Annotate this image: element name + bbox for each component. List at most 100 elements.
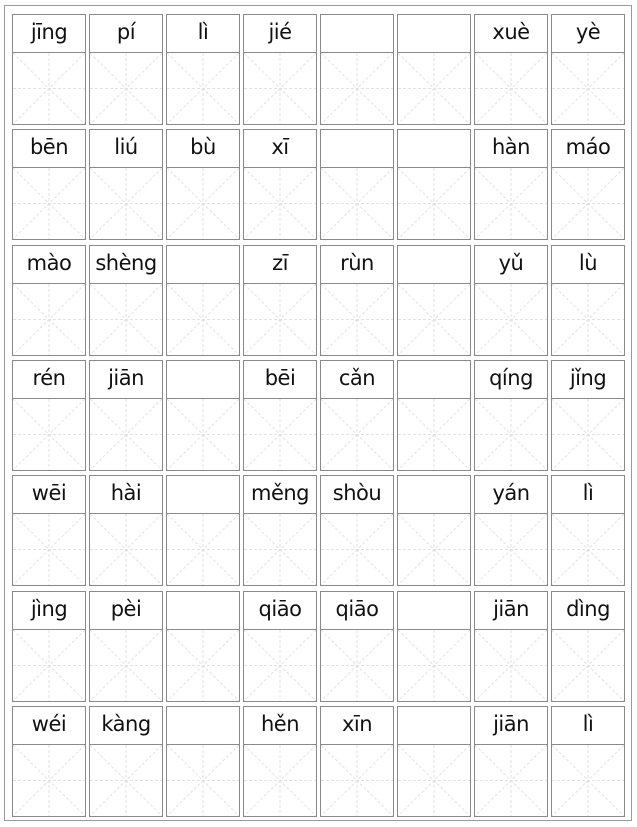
practice-cell: jǐng [551,359,625,471]
practice-cell: bù [166,129,240,241]
pinyin-label: yán [475,476,547,515]
writing-box[interactable] [475,629,547,701]
writing-box[interactable] [475,744,547,816]
writing-box[interactable] [13,629,85,701]
writing-box[interactable] [90,514,162,586]
writing-box[interactable] [13,398,85,470]
writing-box[interactable] [167,168,239,240]
writing-box[interactable] [398,744,470,816]
writing-box[interactable] [167,53,239,124]
writing-box[interactable] [552,514,624,586]
writing-box[interactable] [167,514,239,586]
practice-cell: jìng [12,590,86,702]
writing-box[interactable] [244,53,316,124]
writing-box[interactable] [13,744,85,816]
practice-cell [397,475,471,587]
writing-box[interactable] [321,629,393,701]
writing-box[interactable] [167,744,239,816]
practice-cell: qiāo [243,590,317,702]
practice-cell: jiān [474,705,548,817]
pinyin-label: jīng [13,15,85,53]
writing-box[interactable] [244,283,316,355]
writing-box[interactable] [552,744,624,816]
pinyin-label: yè [552,15,624,53]
writing-box[interactable] [552,283,624,355]
practice-cell: hěn [243,705,317,817]
practice-cell [320,14,394,125]
pinyin-label: hěn [244,707,316,745]
practice-cell: dìng [551,590,625,702]
pinyin-label [398,592,470,630]
practice-cell [166,359,240,471]
writing-box[interactable] [90,744,162,816]
writing-box[interactable] [90,398,162,470]
practice-cell: xī [243,129,317,241]
writing-box[interactable] [398,168,470,240]
pinyin-label: shòu [321,476,393,515]
writing-box[interactable] [244,629,316,701]
writing-box[interactable] [475,283,547,355]
pinyin-label [321,130,393,169]
writing-box[interactable] [398,629,470,701]
pinyin-label: jiān [475,592,547,630]
writing-box[interactable] [244,514,316,586]
writing-box[interactable] [552,629,624,701]
writing-box[interactable] [321,514,393,586]
writing-box[interactable] [167,283,239,355]
writing-box[interactable] [13,283,85,355]
pinyin-label: bēi [244,361,316,399]
practice-cell: lì [551,475,625,587]
practice-cell [397,129,471,241]
writing-box[interactable] [552,168,624,240]
writing-box[interactable] [13,53,85,124]
writing-box[interactable] [90,283,162,355]
pinyin-label: wēi [13,476,85,515]
practice-cell: yán [474,475,548,587]
writing-box[interactable] [321,398,393,470]
writing-box[interactable] [244,398,316,470]
pinyin-label [321,15,393,53]
writing-box[interactable] [90,629,162,701]
pinyin-label: liú [90,130,162,169]
writing-box[interactable] [321,283,393,355]
writing-box[interactable] [13,168,85,240]
writing-box[interactable] [398,53,470,124]
writing-box[interactable] [90,168,162,240]
pinyin-label: rén [13,361,85,399]
writing-box[interactable] [552,53,624,124]
pinyin-label: mào [13,246,85,284]
writing-box[interactable] [398,283,470,355]
pinyin-label: rùn [321,246,393,284]
writing-box[interactable] [398,514,470,586]
pinyin-label [398,707,470,745]
writing-box[interactable] [321,53,393,124]
pinyin-label: lì [167,15,239,53]
writing-box[interactable] [13,514,85,586]
writing-box[interactable] [552,398,624,470]
writing-box[interactable] [475,514,547,586]
writing-box[interactable] [475,168,547,240]
writing-box[interactable] [90,53,162,124]
practice-cell [397,590,471,702]
pinyin-label: pèi [90,592,162,630]
practice-cell: jiān [89,359,163,471]
writing-box[interactable] [167,398,239,470]
pinyin-label: qiāo [244,592,316,630]
practice-cell: lì [166,14,240,125]
writing-box[interactable] [398,398,470,470]
practice-cell: hài [89,475,163,587]
writing-box[interactable] [244,168,316,240]
writing-box[interactable] [475,53,547,124]
pinyin-label [167,592,239,630]
writing-box[interactable] [475,398,547,470]
writing-box[interactable] [167,629,239,701]
practice-cell: jīng [12,14,86,125]
pinyin-label: qíng [475,361,547,399]
pinyin-label [167,707,239,745]
writing-box[interactable] [244,744,316,816]
practice-cell: měng [243,475,317,587]
practice-cell [166,705,240,817]
writing-box[interactable] [321,168,393,240]
writing-box[interactable] [321,744,393,816]
practice-cell: xuè [474,14,548,125]
